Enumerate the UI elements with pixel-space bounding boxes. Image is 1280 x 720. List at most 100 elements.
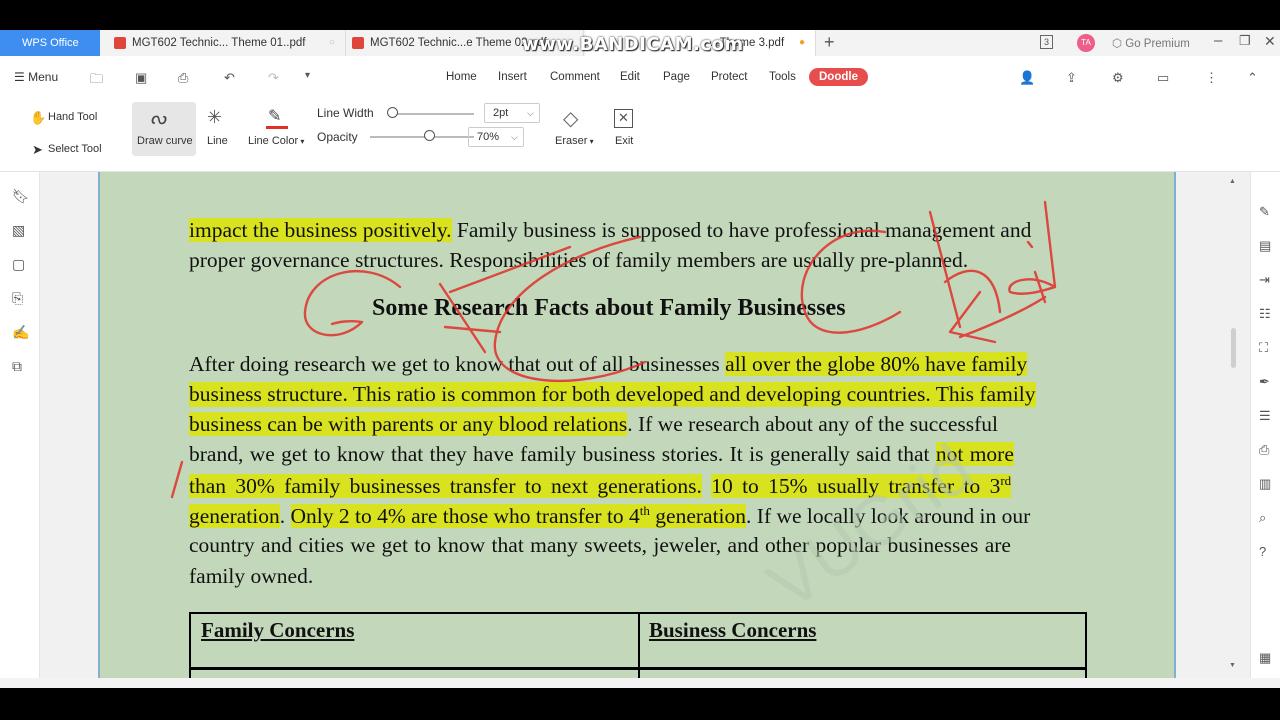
avatar[interactable]: TA — [1077, 34, 1095, 52]
tab-home[interactable]: Home — [446, 71, 477, 83]
paragraph-line: country and cities we get to know that m… — [189, 533, 1011, 557]
crop-icon[interactable]: ⛶ — [1259, 340, 1268, 356]
export-icon[interactable]: ⇪ — [1066, 70, 1077, 86]
chevron-down-icon: ⌵ — [527, 108, 534, 118]
paragraph-line: proper governance structures. Responsibi… — [189, 248, 969, 272]
tab-protect[interactable]: Protect — [711, 71, 747, 83]
text-run: After doing research we get to know that… — [189, 352, 726, 376]
export-pdf-icon[interactable]: ⇥ — [1259, 272, 1270, 288]
exit-button[interactable]: Exit — [615, 135, 633, 147]
close-icon[interactable]: ○ — [329, 30, 335, 56]
ocr-icon[interactable]: ☷ — [1259, 306, 1271, 322]
save-icon[interactable]: ▣ — [135, 70, 147, 86]
thumbnail-icon[interactable]: ▧ — [12, 222, 25, 239]
open-folder-icon[interactable]: 🗀 — [90, 70, 103, 92]
compare-icon[interactable]: ⧉ — [12, 358, 22, 375]
print-icon[interactable]: ⎙ — [178, 70, 188, 86]
text-run: 10 to 15% usually transfer to 3 — [711, 474, 1001, 499]
chevron-down-icon: ⌵ — [511, 132, 518, 142]
vertical-scrollbar[interactable]: ▲ ▼ — [1229, 178, 1237, 672]
tab-document-1[interactable]: MGT602 Technic... Theme 01..pdf ○ — [110, 30, 346, 56]
line-width-label: Line Width — [317, 106, 374, 120]
opacity-select[interactable]: 70% ⌵ — [468, 127, 524, 147]
line-width-select[interactable]: 2pt ⌵ — [484, 103, 540, 123]
redo-icon[interactable]: ↷ — [268, 70, 279, 86]
unsaved-dot-icon: ● — [798, 37, 805, 48]
new-tab-plus-icon[interactable]: + — [824, 30, 835, 54]
line-width-value: 2pt — [493, 107, 509, 119]
cursor-arrow-icon: ➤ — [32, 142, 43, 157]
tab-edit[interactable]: Edit — [620, 71, 640, 83]
text-align-icon[interactable]: ☰ — [1259, 408, 1271, 424]
tab-page[interactable]: Page — [663, 71, 690, 83]
go-premium-link[interactable]: ⬡ Go Premium — [1112, 36, 1190, 50]
text-run: . — [279, 504, 291, 529]
attachment-icon[interactable]: ⎘ — [12, 290, 23, 307]
opacity-slider-knob[interactable] — [424, 130, 435, 141]
comment-bubble-icon[interactable]: ▭ — [1157, 70, 1169, 86]
line-color-dropdown[interactable]: Line Color ▾ — [248, 135, 304, 147]
text-run — [702, 474, 711, 498]
chevron-down-icon: ▾ — [298, 137, 305, 146]
eraser-label: Eraser — [555, 135, 588, 147]
line-width-slider[interactable] — [390, 113, 474, 115]
zoom-search-icon[interactable]: ⌕ — [1259, 510, 1266, 526]
recorder-watermark: www.BANDICAM.com — [522, 34, 744, 55]
text-run: Only 2 to 4% are those who transfer to 4 — [290, 504, 640, 529]
highlighted-text: business can be with parents or any bloo… — [189, 412, 628, 436]
line-button[interactable]: Line — [207, 135, 228, 147]
comment-icon[interactable]: ▢ — [12, 256, 25, 273]
eraser-dropdown[interactable]: Eraser ▾ — [555, 135, 594, 147]
edit-pdf-icon[interactable]: ✎ — [1259, 204, 1270, 220]
paragraph-line: business structure. This ratio is common… — [189, 382, 1036, 407]
text-run: brand, we get to know that they have fam… — [189, 442, 936, 466]
hand-tool-button[interactable]: Hand Tool — [48, 111, 97, 123]
tab-doodle[interactable]: Doodle — [809, 68, 868, 86]
pdf-to-word-icon[interactable]: ▤ — [1259, 238, 1271, 254]
paragraph-line: brand, we get to know that they have fam… — [189, 442, 1014, 467]
scroll-down-icon[interactable]: ▼ — [1229, 662, 1236, 669]
bookmark-icon[interactable]: 🔖︎ — [12, 188, 30, 205]
share-user-icon[interactable]: 👤 — [1019, 70, 1035, 86]
apps-grid-icon[interactable]: ▦ — [1259, 650, 1271, 666]
settings-gear-icon[interactable]: ⚙ — [1112, 70, 1124, 86]
highlighted-text: generation — [189, 504, 280, 529]
scroll-up-icon[interactable]: ▲ — [1229, 178, 1236, 185]
line-sparkle-icon[interactable]: ✳ — [207, 107, 222, 128]
draw-curve-icon: ᔓ — [150, 108, 167, 128]
print-icon[interactable]: ⎙ — [1259, 442, 1269, 458]
comparison-table: Family Concerns Business Concerns — [189, 612, 1087, 678]
tab-label: MGT602 Technic... Theme 01..pdf — [132, 37, 306, 49]
tab-tools[interactable]: Tools — [769, 71, 796, 83]
undo-icon[interactable]: ↶ — [224, 70, 235, 86]
workspace-count-icon[interactable]: 3 — [1040, 35, 1054, 49]
opacity-slider[interactable] — [370, 136, 474, 138]
line-width-slider-knob[interactable] — [387, 107, 398, 118]
select-tool-button[interactable]: Select Tool — [48, 143, 102, 155]
highlighted-text: not more — [935, 442, 1014, 466]
close-window-icon[interactable]: ✕ — [1264, 33, 1276, 50]
exit-icon[interactable]: ✕ — [614, 109, 633, 128]
quick-access-chevron-icon[interactable]: ▾ — [305, 70, 310, 81]
collapse-chevron-up-icon[interactable]: ⌃ — [1247, 70, 1258, 86]
doodle-stroke — [1008, 200, 1057, 295]
restore-icon[interactable]: ❐ — [1239, 33, 1251, 49]
minimize-icon[interactable]: – — [1214, 32, 1222, 49]
compress-icon[interactable]: ▥ — [1259, 476, 1271, 492]
signature-icon[interactable]: ✍ — [12, 324, 29, 341]
pen-icon: ✎ — [268, 108, 282, 125]
tab-comment[interactable]: Comment — [550, 71, 600, 83]
doodle-stroke — [958, 295, 1047, 339]
paragraph-line: impact the business positively. Family b… — [189, 218, 1031, 243]
highlighted-text: Only 2 to 4% are those who transfer to 4… — [290, 503, 747, 529]
app-tab-wps-office[interactable]: WPS Office — [0, 30, 100, 56]
tab-insert[interactable]: Insert — [498, 71, 527, 83]
scroll-thumb[interactable] — [1231, 328, 1236, 368]
tab-label: MGT602 Technic...e Theme 02.pdf — [370, 37, 547, 49]
sign-icon[interactable]: ✒ — [1259, 374, 1270, 390]
more-vertical-icon[interactable]: ⋮ — [1205, 70, 1218, 86]
menu-label: Menu — [28, 70, 59, 84]
opacity-value: 70% — [477, 131, 500, 143]
help-icon[interactable]: ? — [1259, 544, 1266, 559]
menu-button[interactable]: ☰ Menu — [14, 70, 58, 84]
